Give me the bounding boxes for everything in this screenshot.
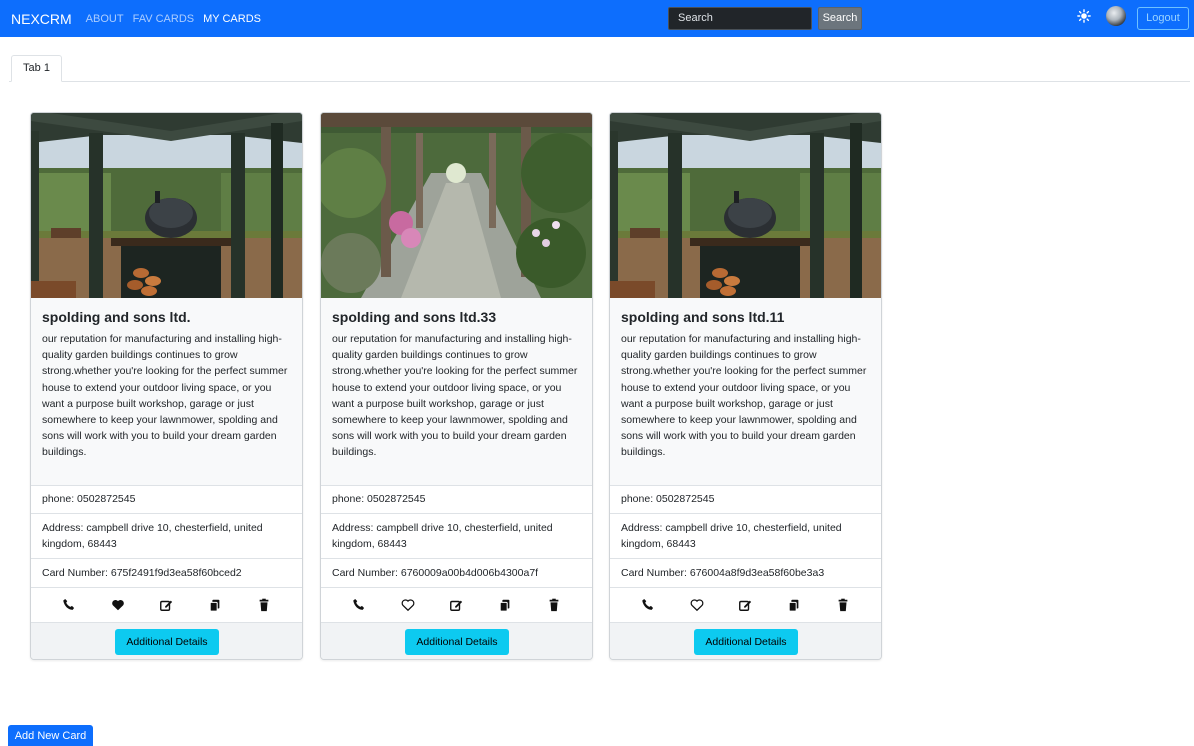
logout-button[interactable]: Logout: [1137, 7, 1189, 30]
business-card: spolding and sons ltd.11 our reputation …: [609, 112, 882, 660]
card-address: Address: campbell drive 10, chesterfield…: [31, 513, 302, 558]
card-address: Address: campbell drive 10, chesterfield…: [610, 513, 881, 558]
edit-icon[interactable]: [159, 598, 173, 612]
card-image: [31, 113, 302, 298]
copy-icon[interactable]: [498, 598, 512, 612]
card-body: spolding and sons ltd.11 our reputation …: [610, 298, 881, 485]
card-body: spolding and sons ltd. our reputation fo…: [31, 298, 302, 485]
card-address: Address: campbell drive 10, chesterfield…: [321, 513, 592, 558]
card-actions: [31, 587, 302, 622]
nav-link-my-cards[interactable]: MY CARDS: [203, 13, 261, 25]
card-number: Card Number: 676004a8f9d3ea58f60be3a3: [610, 558, 881, 587]
tabs-divider: [9, 81, 1190, 82]
card-footer: Additional Details: [321, 622, 592, 659]
additional-details-button[interactable]: Additional Details: [694, 629, 798, 655]
card-footer: Additional Details: [610, 622, 881, 659]
card-title: spolding and sons ltd.11: [621, 309, 785, 325]
card-phone: phone: 0502872545: [31, 485, 302, 513]
brand-logo[interactable]: NEXCRM: [11, 11, 72, 27]
phone-icon[interactable]: [641, 598, 655, 612]
trash-icon[interactable]: [836, 598, 850, 612]
card-actions: [610, 587, 881, 622]
trash-icon[interactable]: [257, 598, 271, 612]
edit-icon[interactable]: [738, 598, 752, 612]
card-title: spolding and sons ltd.: [42, 309, 191, 325]
card-image: [321, 113, 592, 298]
additional-details-button[interactable]: Additional Details: [115, 629, 219, 655]
copy-icon[interactable]: [787, 598, 801, 612]
business-card: spolding and sons ltd.33 our reputation …: [320, 112, 593, 660]
search-button[interactable]: Search: [818, 7, 862, 30]
edit-icon[interactable]: [449, 598, 463, 612]
phone-icon[interactable]: [62, 598, 76, 612]
business-card: spolding and sons ltd. our reputation fo…: [30, 112, 303, 660]
card-phone: phone: 0502872545: [610, 485, 881, 513]
avatar[interactable]: [1106, 6, 1126, 26]
card-footer: Additional Details: [31, 622, 302, 659]
add-new-card-button[interactable]: Add New Card: [8, 725, 93, 746]
navbar: NEXCRM ABOUT FAV CARDS MY CARDS Search S…: [0, 0, 1194, 37]
card-number: Card Number: 675f2491f9d3ea58f60bced2: [31, 558, 302, 587]
heart-outline-icon[interactable]: [401, 598, 415, 612]
card-description: our reputation for manufacturing and ins…: [42, 333, 288, 459]
nav-link-about[interactable]: ABOUT: [86, 13, 124, 25]
copy-icon[interactable]: [208, 598, 222, 612]
card-phone: phone: 0502872545: [321, 485, 592, 513]
card-image: [610, 113, 881, 298]
card-body: spolding and sons ltd.33 our reputation …: [321, 298, 592, 485]
card-actions: [321, 587, 592, 622]
card-number: Card Number: 6760009a00b4d006b4300a7f: [321, 558, 592, 587]
nav-link-fav-cards[interactable]: FAV CARDS: [133, 13, 195, 25]
tab-1[interactable]: Tab 1: [11, 55, 62, 82]
card-description: our reputation for manufacturing and ins…: [332, 333, 578, 459]
phone-icon[interactable]: [352, 598, 366, 612]
additional-details-button[interactable]: Additional Details: [405, 629, 509, 655]
heart-icon[interactable]: [111, 598, 125, 612]
card-title: spolding and sons ltd.33: [332, 309, 497, 325]
card-description: our reputation for manufacturing and ins…: [621, 333, 867, 459]
heart-outline-icon[interactable]: [690, 598, 704, 612]
trash-icon[interactable]: [547, 598, 561, 612]
sun-icon[interactable]: [1077, 9, 1091, 23]
search-input[interactable]: Search: [668, 7, 812, 30]
